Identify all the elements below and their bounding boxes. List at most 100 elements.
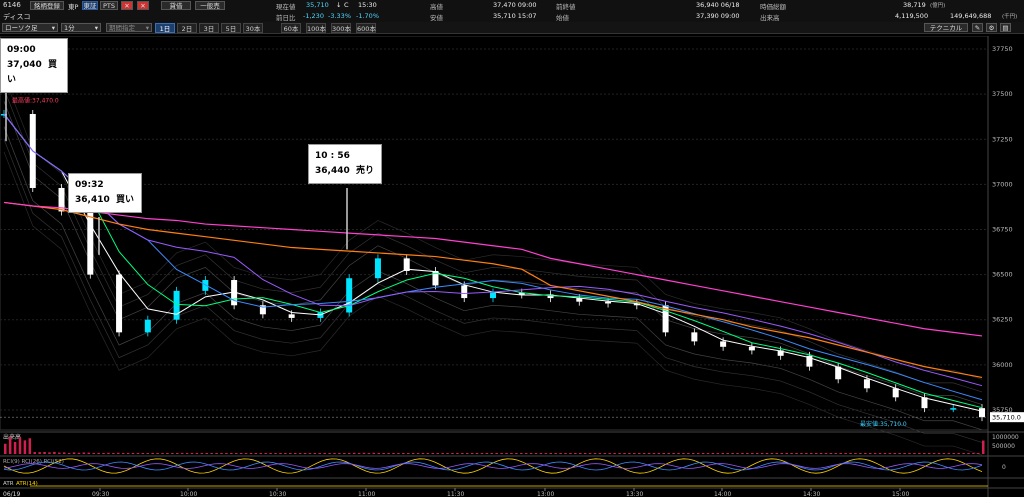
- volume-bar: [264, 453, 267, 454]
- callout-side: 買い: [116, 195, 135, 205]
- volume-bar: [574, 453, 577, 454]
- volume-bar: [406, 453, 410, 454]
- volume-bar: [696, 453, 700, 454]
- volume-bar: [583, 453, 587, 454]
- volume-bar: [62, 452, 66, 454]
- volume-bar: [780, 453, 784, 454]
- volume-bar: [136, 452, 140, 454]
- timeframe-tab[interactable]: 2日: [177, 23, 197, 33]
- volume-bar: [819, 453, 823, 454]
- margin-buy-button[interactable]: 貸借: [161, 1, 191, 10]
- callout-price: 36,440: [315, 166, 350, 176]
- period-select[interactable]: 期間指定 ▾: [106, 23, 152, 32]
- candle-body: [173, 290, 180, 320]
- price-tick-label: 37750: [992, 45, 1013, 53]
- low-marker-label: 最安値:35,710.0: [860, 420, 907, 428]
- draw-tool-icon[interactable]: ✎: [972, 23, 983, 32]
- watchlist-button[interactable]: 銘柄登録: [30, 1, 64, 10]
- market-label: 東P: [68, 3, 79, 11]
- candle-body: [288, 314, 295, 318]
- volume-bar: [765, 453, 769, 454]
- volume-bar: [141, 453, 145, 454]
- volume-bar: [868, 453, 872, 454]
- volume-bar: [854, 453, 857, 454]
- timeframe-tab[interactable]: 60本: [281, 23, 301, 33]
- volume-bar: [348, 453, 351, 454]
- volume-bar: [937, 453, 941, 454]
- volume-bar: [809, 453, 813, 454]
- stock-code: 6146: [3, 1, 21, 9]
- exchange-button[interactable]: 東証: [82, 1, 98, 10]
- volume-bar: [613, 453, 616, 454]
- volume-bar: [883, 453, 887, 454]
- volume-bar: [465, 453, 469, 454]
- volume-bar: [485, 453, 489, 454]
- volume-bar: [505, 453, 508, 454]
- callout-price-row: 36,410 買い: [75, 193, 135, 208]
- price-chart[interactable]: 37750 37500 37250 37000 36750 36500 36250 36000…: [0, 36, 1024, 497]
- volume-bar: [421, 453, 425, 454]
- price-tick-label: 36250: [992, 316, 1013, 324]
- volume-bar: [166, 453, 169, 454]
- current-price-time: 15:30: [358, 1, 377, 9]
- timeframe-tab[interactable]: 300本: [331, 23, 351, 33]
- volume-bar: [97, 452, 100, 454]
- volume-bar: [952, 453, 956, 454]
- volume-bar: [230, 453, 233, 454]
- volume-bar: [23, 440, 27, 454]
- candle-body: [461, 285, 468, 299]
- volume-bar: [146, 452, 150, 454]
- candle-body: [748, 346, 755, 351]
- price-tick-label: 37500: [992, 90, 1013, 98]
- order-icon[interactable]: ✕: [137, 1, 149, 10]
- current-price-value: 35,710: [306, 1, 329, 9]
- volume-tick-label: 500000: [992, 443, 1015, 450]
- volume-bar: [977, 453, 980, 454]
- volume-bar: [151, 453, 154, 454]
- volume-bar: [598, 453, 602, 454]
- timeframe-tab[interactable]: 5日: [221, 23, 241, 33]
- volume-bar: [706, 453, 710, 454]
- timeframe-tab[interactable]: 1日: [155, 23, 175, 33]
- volume-bar: [293, 453, 297, 454]
- timeframe-tab[interactable]: 3日: [199, 23, 219, 33]
- prev-close-value: 36,940 06/18: [696, 1, 740, 9]
- callout-price: 36,410: [75, 195, 110, 205]
- volume-bar: [510, 453, 513, 454]
- timeframe-tab[interactable]: 100本: [306, 23, 326, 33]
- volume-bar: [269, 453, 272, 454]
- volume-bar: [721, 453, 725, 454]
- print-icon[interactable]: ▤: [1000, 23, 1011, 32]
- margin-sell-button[interactable]: 一般売: [195, 1, 225, 10]
- volume-bar: [824, 453, 828, 454]
- timeframe-tab[interactable]: 600本: [356, 23, 376, 33]
- volume-bar: [121, 453, 125, 454]
- pts-button[interactable]: PTS: [100, 1, 118, 10]
- chevron-down-icon: ▾: [145, 24, 149, 32]
- volume-bar: [377, 453, 381, 454]
- settings-icon[interactable]: ⚙: [986, 23, 997, 32]
- volume-bar: [382, 453, 385, 454]
- volume-bar: [480, 453, 484, 454]
- time-tick-label: 14:00: [714, 491, 731, 497]
- volume-bar: [672, 452, 675, 454]
- current-price-tag-text: 35,710.0: [992, 414, 1021, 422]
- volume-bar: [338, 453, 341, 454]
- volume-bar: [323, 453, 326, 454]
- volume-bar: [746, 453, 749, 454]
- time-tick-label: 09:30: [92, 491, 109, 497]
- volume-bar: [475, 453, 479, 454]
- alert-icon[interactable]: ✕: [121, 1, 133, 10]
- volume-bar: [893, 453, 897, 454]
- chart-type-select[interactable]: ローソク足 ▾: [2, 23, 58, 32]
- time-tick-label: 11:00: [358, 491, 375, 497]
- timeframe-tab[interactable]: 30本: [243, 23, 263, 33]
- volume-bar: [387, 453, 390, 454]
- volume-bar: [456, 453, 459, 454]
- volume-bar: [244, 453, 248, 454]
- volume-bar: [343, 453, 346, 454]
- interval-select[interactable]: 1分 ▾: [61, 23, 101, 32]
- volume-bar: [593, 453, 597, 454]
- volume-bar: [92, 452, 95, 454]
- technical-button[interactable]: テクニカル: [924, 23, 968, 32]
